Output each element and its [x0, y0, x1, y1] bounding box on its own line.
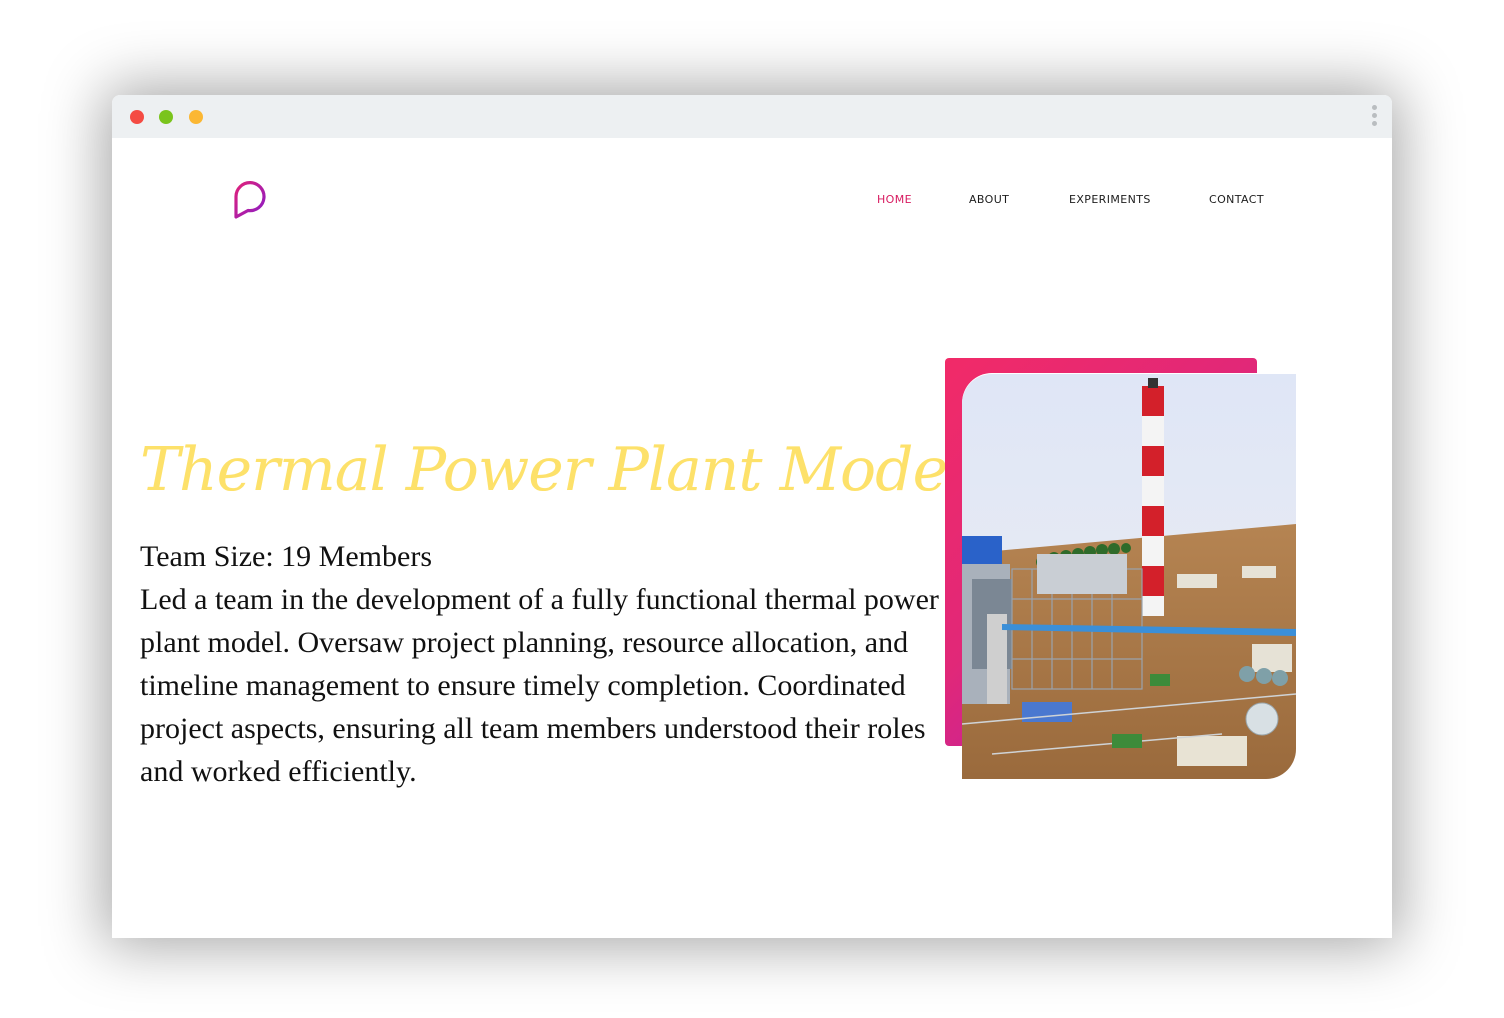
- screenshot-canvas: HOME ABOUT EXPERIMENTS CONTACT Thermal P…: [0, 0, 1504, 1018]
- minimize-window-dot[interactable]: [189, 110, 203, 124]
- project-title: Thermal Power Plant Model: [140, 435, 966, 505]
- nav-home[interactable]: HOME: [877, 193, 912, 206]
- power-plant-model-photo: [962, 374, 1296, 779]
- team-size: Team Size: 19 Members: [140, 540, 432, 573]
- nav-experiments[interactable]: EXPERIMENTS: [1069, 193, 1151, 206]
- browser-titlebar: [112, 95, 1392, 138]
- close-window-dot[interactable]: [130, 110, 144, 124]
- kebab-menu-icon[interactable]: [1372, 105, 1378, 129]
- browser-window: HOME ABOUT EXPERIMENTS CONTACT Thermal P…: [112, 95, 1392, 938]
- maximize-window-dot[interactable]: [159, 110, 173, 124]
- nav-about[interactable]: ABOUT: [969, 193, 1009, 206]
- chat-bubble-logo-icon[interactable]: [230, 177, 270, 221]
- project-summary: Led a team in the development of a fully…: [140, 583, 939, 788]
- nav-contact[interactable]: CONTACT: [1209, 193, 1264, 206]
- project-description: Team Size: 19 Members Led a team in the …: [140, 535, 940, 793]
